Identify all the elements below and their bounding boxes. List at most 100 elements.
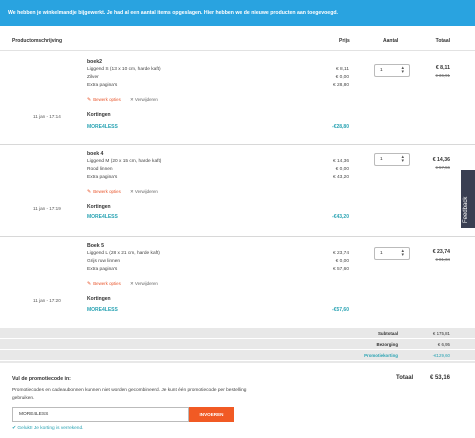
quantity-select[interactable]: 1 ▴ ▾ xyxy=(374,64,410,77)
item-price: € 0,00 xyxy=(335,259,349,264)
promo-info-text: Promotiecodes en cadeaubonnen kunnen nie… xyxy=(12,388,247,401)
remove-link[interactable]: ✕ Verwijderen xyxy=(130,281,158,286)
notification-banner: We hebben je winkelmandje bijgewerkt. Je… xyxy=(0,0,475,26)
discount-heading: Kortingen xyxy=(87,204,111,210)
pencil-icon: ✎ xyxy=(87,281,92,287)
item-total-old: € 81,34 xyxy=(435,257,450,262)
subtotal-label: Subtotaal xyxy=(377,331,398,336)
item-price: € 28,80 xyxy=(332,83,349,88)
discount-code: MORE4LESS xyxy=(87,307,118,313)
grand-total-value: € 53,16 xyxy=(429,375,450,381)
edit-options-label: Bewerk opties xyxy=(93,189,121,194)
item-actions: ✎ Bewerk opties ✕ Verwijderen xyxy=(87,281,158,287)
item-title[interactable]: Boek 5 xyxy=(87,243,104,249)
item-actions: ✎ Bewerk opties ✕ Verwijderen xyxy=(87,189,158,195)
chevron-updown-icon: ▴ ▾ xyxy=(401,154,404,164)
item-total: € 23,74 xyxy=(432,249,450,255)
feedback-label: Feedback xyxy=(463,196,469,223)
discount-amount: -€28,80 xyxy=(332,124,349,130)
item-price: € 0,00 xyxy=(335,167,349,172)
item-price: € 57,60 xyxy=(332,267,349,272)
remove-label: Verwijderen xyxy=(134,281,158,286)
item-total-old: € 57,56 xyxy=(435,165,450,170)
item-specs: Liggend L (28 x 21 cm, harde kaft) Grijs… xyxy=(87,250,160,274)
item-total-old: € 36,91 xyxy=(435,73,450,78)
item-spec: Liggend S (13 x 10 cm, harde kaft) xyxy=(87,67,161,72)
column-price: Prijs xyxy=(339,38,350,44)
banner-text: We hebben je winkelmandje bijgewerkt. Je… xyxy=(8,10,338,16)
shipping-line: Bezorging € 6,95 xyxy=(0,339,475,350)
edit-options-label: Bewerk opties xyxy=(93,97,121,102)
item-price: € 23,74 xyxy=(332,251,349,256)
remove-label: Verwijderen xyxy=(134,189,158,194)
discount-code: MORE4LESS xyxy=(87,214,118,220)
item-total: € 8,11 xyxy=(435,65,450,71)
quantity-value: 1 xyxy=(380,68,383,73)
item-spec: Extra pagina's xyxy=(87,83,118,88)
item-prices: € 23,74 € 0,00 € 57,60 xyxy=(333,250,349,274)
quantity-select[interactable]: 1 ▴ ▾ xyxy=(374,247,410,260)
item-spec: Zilver xyxy=(87,75,99,80)
cart-item: boek 4 Liggend M (20 x 15 cm, harde kaft… xyxy=(0,145,475,237)
edit-options-link[interactable]: ✎ Bewerk opties xyxy=(87,189,121,195)
item-spec: Extra pagina's xyxy=(87,175,118,180)
item-price: € 0,00 xyxy=(335,75,349,80)
item-total: € 14,36 xyxy=(432,157,450,163)
shipping-label: Bezorging xyxy=(376,342,398,347)
quantity-value: 1 xyxy=(380,251,383,256)
quantity-value: 1 xyxy=(380,157,383,162)
item-date: 11 jan - 17:14 xyxy=(33,114,61,119)
item-spec: Rood linnen xyxy=(87,167,113,172)
promo-discount-label: Promotiekorting xyxy=(364,353,398,358)
item-specs: Liggend M (20 x 15 cm, harde kaft) Rood … xyxy=(87,158,161,182)
column-description: Productomschrijving xyxy=(12,38,63,44)
pencil-icon: ✎ xyxy=(87,97,92,103)
discount-heading: Kortingen xyxy=(87,296,111,302)
edit-options-link[interactable]: ✎ Bewerk opties xyxy=(87,281,121,287)
subtotal-value: € 175,81 xyxy=(432,331,450,336)
promo-success-text: Gelukt! Je korting is verrekend. xyxy=(17,426,84,431)
promo-title: Vul de promotiecode in: xyxy=(12,376,71,382)
discount-amount: -€43,20 xyxy=(332,214,349,220)
grand-total-label: Totaal xyxy=(396,375,414,381)
promo-discount-line: Promotiekorting -€129,60 xyxy=(0,350,475,361)
table-header: Productomschrijving Prijs Aantal Totaal xyxy=(0,26,475,51)
remove-label: Verwijderen xyxy=(134,97,158,102)
item-title[interactable]: boek2 xyxy=(87,59,102,65)
item-actions: ✎ Bewerk opties ✕ Verwijderen xyxy=(87,97,158,103)
cart-item: Boek 5 Liggend L (28 x 21 cm, harde kaft… xyxy=(0,237,475,328)
discount-amount: -€57,60 xyxy=(332,307,349,313)
item-prices: € 8,11 € 0,00 € 28,80 xyxy=(333,66,349,90)
edit-options-link[interactable]: ✎ Bewerk opties xyxy=(87,97,121,103)
remove-link[interactable]: ✕ Verwijderen xyxy=(130,189,158,194)
discount-heading: Kortingen xyxy=(87,112,111,118)
promo-code-input[interactable]: MORE4LESS xyxy=(12,407,189,422)
pencil-icon: ✎ xyxy=(87,189,92,195)
subtotal-line: Subtotaal € 175,81 xyxy=(0,328,475,339)
chevron-updown-icon: ▴ ▾ xyxy=(401,65,404,75)
chevron-updown-icon: ▴ ▾ xyxy=(401,248,404,258)
cart-item: boek2 Liggend S (13 x 10 cm, harde kaft)… xyxy=(0,51,475,145)
item-prices: € 14,36 € 0,00 € 43,20 xyxy=(333,158,349,182)
column-total: Totaal xyxy=(435,38,450,44)
item-date: 11 jan - 17:19 xyxy=(33,206,61,211)
quantity-select[interactable]: 1 ▴ ▾ xyxy=(374,153,410,166)
shipping-value: € 6,95 xyxy=(437,342,450,347)
promo-success-message: ✔ Gelukt! Je korting is verrekend. xyxy=(12,426,83,431)
item-price: € 8,11 xyxy=(336,67,349,72)
remove-link[interactable]: ✕ Verwijderen xyxy=(130,97,158,102)
item-price: € 14,36 xyxy=(332,159,349,164)
item-date: 11 jan - 17:20 xyxy=(33,298,61,303)
item-spec: Liggend M (20 x 15 cm, harde kaft) xyxy=(87,159,162,164)
feedback-tab[interactable]: Feedback xyxy=(461,170,475,228)
item-price: € 43,20 xyxy=(332,175,349,180)
discount-code: MORE4LESS xyxy=(87,124,118,130)
item-title[interactable]: boek 4 xyxy=(87,151,103,157)
item-spec: Extra pagina's xyxy=(87,267,118,272)
apply-promo-button[interactable]: INVOEREN xyxy=(189,407,234,422)
item-specs: Liggend S (13 x 10 cm, harde kaft) Zilve… xyxy=(87,66,161,90)
item-spec: Grijs ruw linnen xyxy=(87,259,121,264)
column-quantity: Aantal xyxy=(383,38,399,44)
item-spec: Liggend L (28 x 21 cm, harde kaft) xyxy=(87,251,160,256)
edit-options-label: Bewerk opties xyxy=(93,281,121,286)
